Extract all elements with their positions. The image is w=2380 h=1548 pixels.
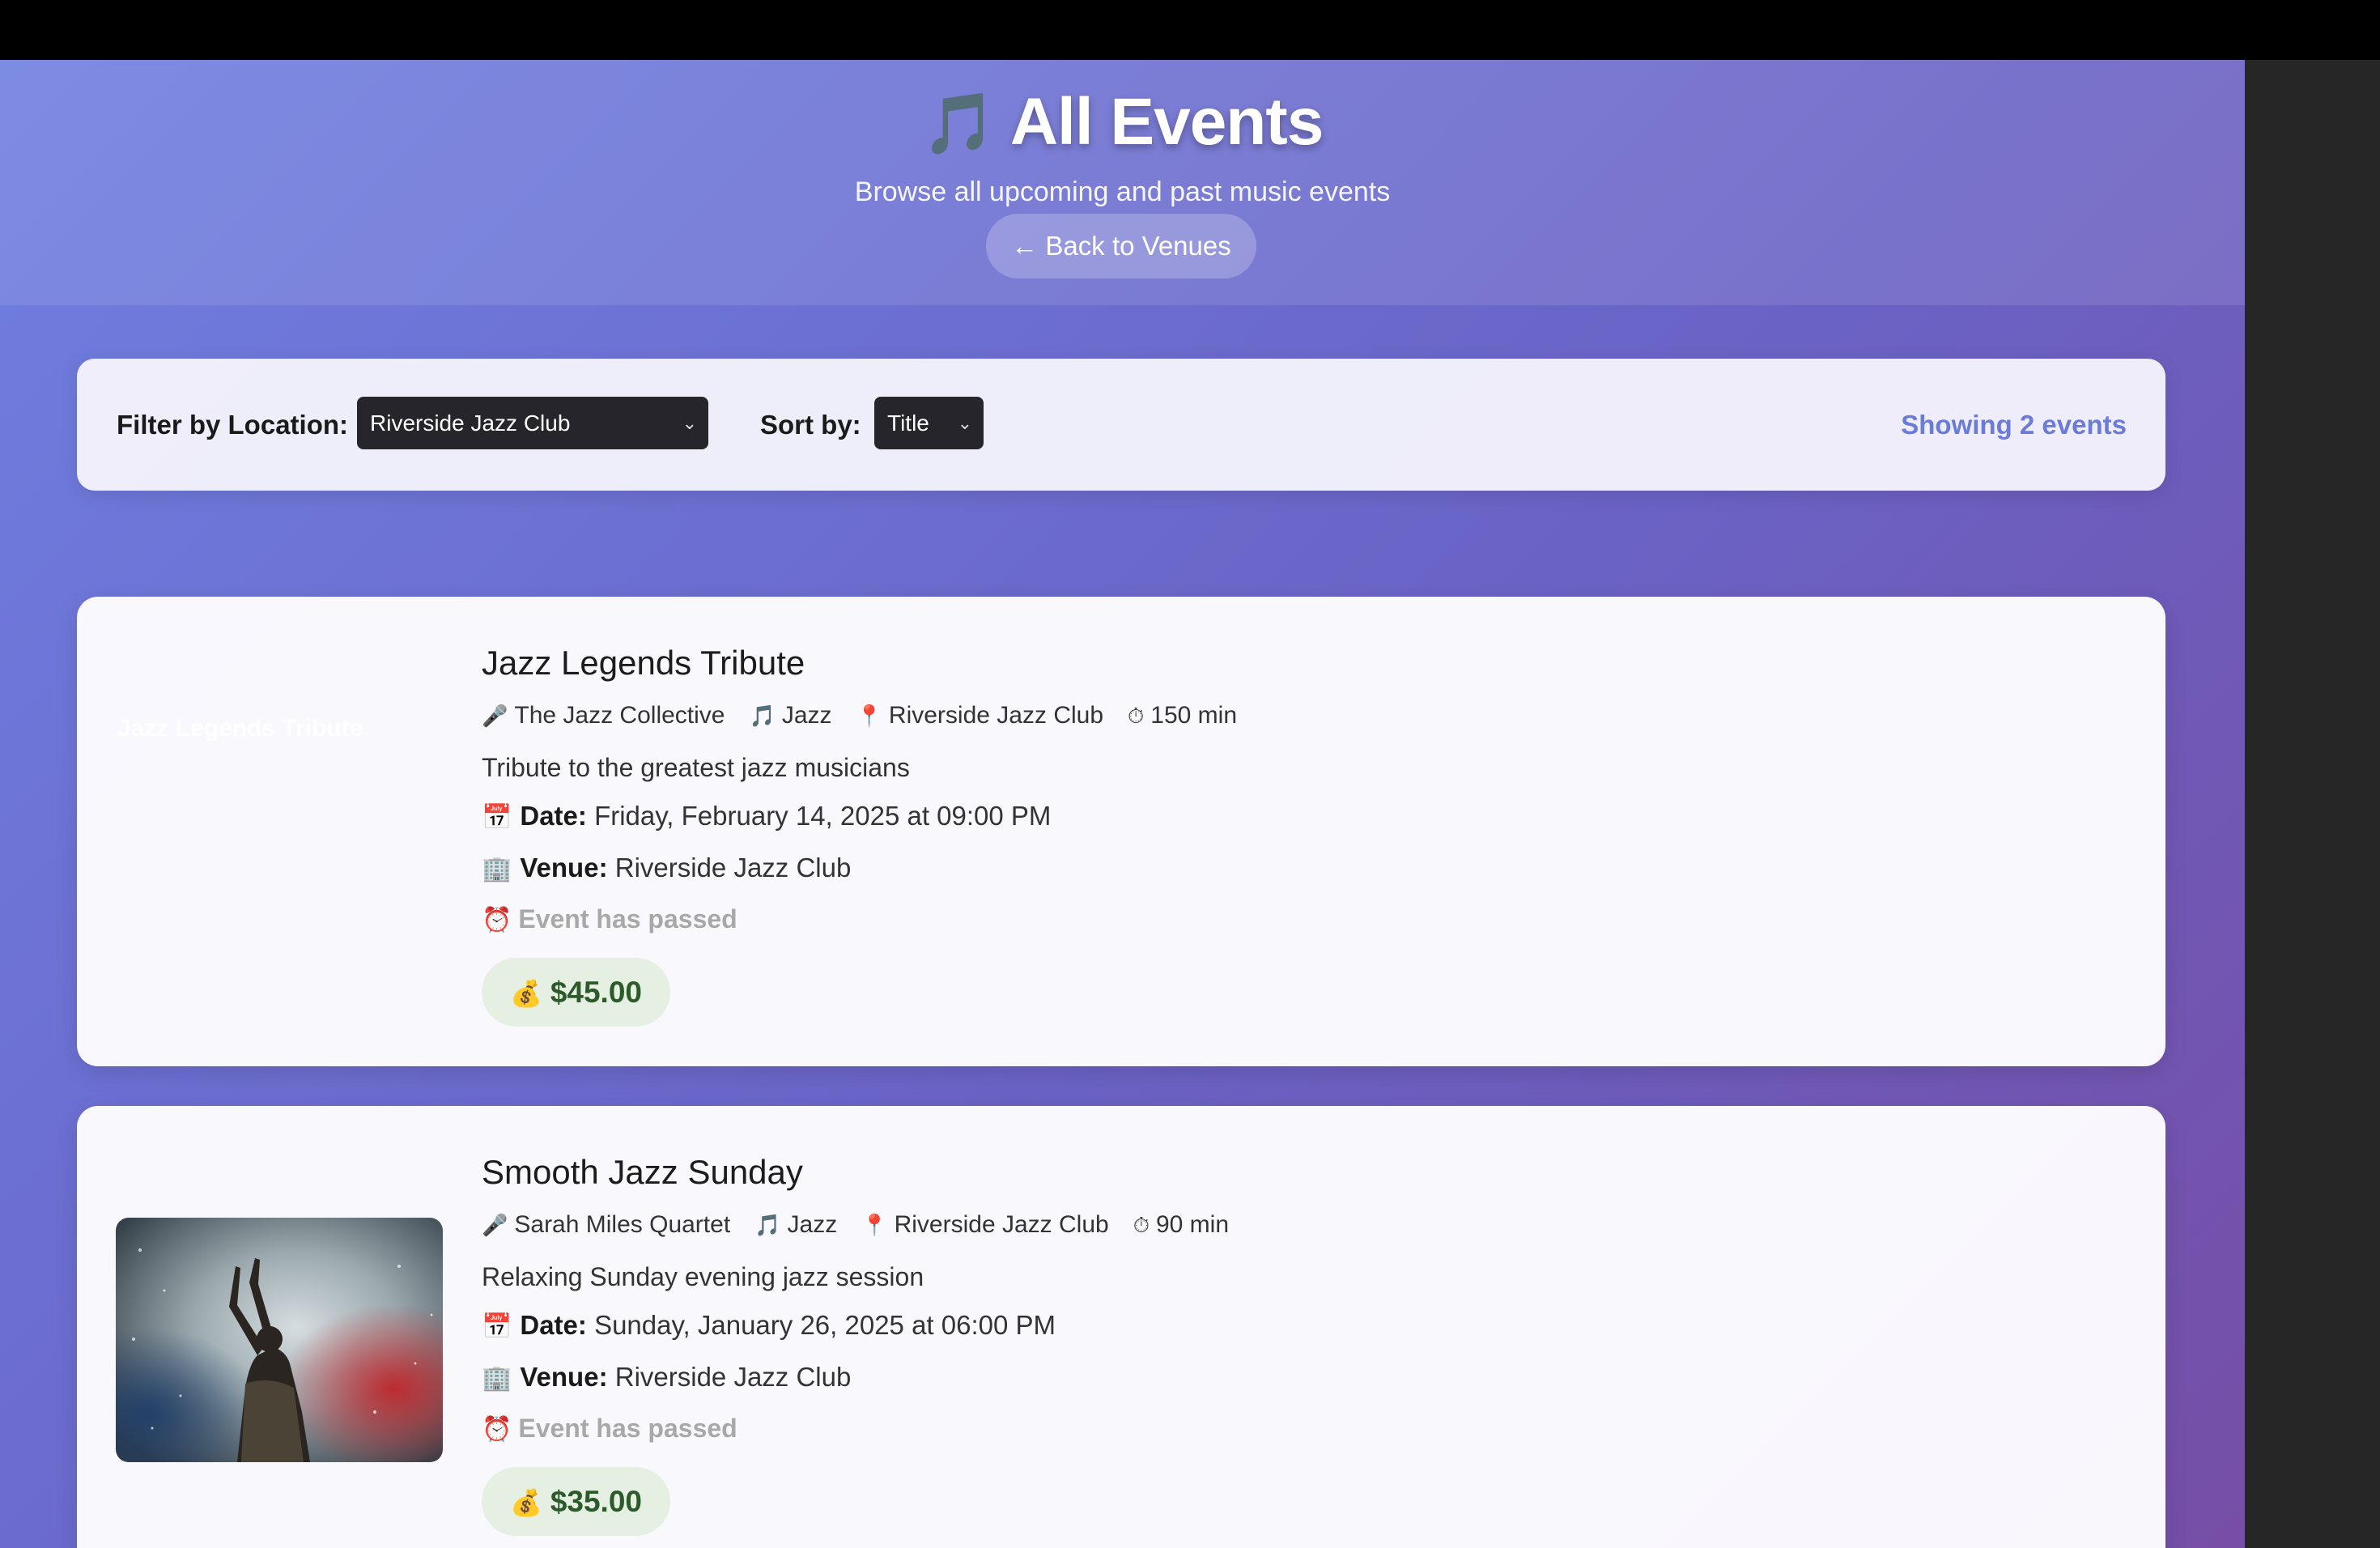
alarm-clock-icon: ⏰: [482, 907, 512, 933]
event-image-alt-text: Jazz Legends Tribute: [117, 715, 363, 742]
money-bag-icon: 💰: [509, 1488, 542, 1517]
event-venue: Riverside Jazz Club: [614, 853, 852, 882]
event-duration: 90 min: [1155, 1211, 1230, 1238]
event-price: $45.00: [550, 976, 642, 1009]
page-title-text: All Events: [1009, 85, 1324, 159]
event-meta: 🎤 The Jazz Collective 🎵 Jazz 📍 Riverside Jazz…: [482, 702, 1261, 729]
event-duration: 150 min: [1150, 702, 1238, 729]
music-note-icon: 🎵: [754, 1213, 781, 1237]
location-pin-icon: 📍: [856, 704, 882, 728]
chevron-down-icon: ⌄: [957, 413, 972, 433]
event-status: ⏰ Event has passed: [482, 1414, 737, 1444]
event-card[interactable]: Jazz Legends Tribute Jazz Legends Tribut…: [77, 597, 2165, 1066]
calendar-icon: 📅: [482, 1313, 512, 1340]
event-description: Tribute to the greatest jazz musicians: [482, 753, 910, 782]
concert-performer-image: [116, 1218, 443, 1462]
event-date: Sunday, January 26, 2025 at 06:00 PM: [594, 1310, 1056, 1340]
calendar-icon: 📅: [482, 804, 512, 831]
event-card[interactable]: Smooth Jazz Sunday 🎤 Sarah Miles Quartet 🎵…: [77, 1106, 2165, 1548]
location-pin-icon: 📍: [861, 1213, 888, 1237]
microphone-icon: 🎤: [482, 1213, 508, 1237]
page-viewport: 🎵 All Events Browse all upcoming and past…: [0, 60, 2245, 1548]
location-filter-value: Riverside Jazz Club: [370, 410, 571, 436]
event-date-label: Date:: [520, 801, 587, 831]
event-date-label: Date:: [520, 1310, 587, 1340]
event-status-text: Event has passed: [518, 904, 737, 933]
event-meta: 🎤 Sarah Miles Quartet 🎵 Jazz 📍 Riverside Jazz…: [482, 1211, 1253, 1239]
event-venue-label: Venue:: [520, 853, 608, 882]
event-title[interactable]: Jazz Legends Tribute: [482, 644, 805, 683]
event-count: Showing 2 events: [1901, 410, 2127, 440]
event-price: $35.00: [550, 1485, 642, 1518]
event-performer: Sarah Miles Quartet: [514, 1211, 731, 1238]
filter-bar: Filter by Location: Riverside Jazz Club …: [77, 359, 2165, 491]
event-genre: Jazz: [787, 1211, 838, 1238]
building-icon: 🏢: [482, 1365, 512, 1392]
music-note-icon: 🎵: [749, 704, 776, 728]
location-filter-select[interactable]: Riverside Jazz Club ⌄: [357, 397, 708, 449]
alarm-clock-icon: ⏰: [482, 1416, 512, 1443]
building-icon: 🏢: [482, 856, 512, 882]
side-panel: [2245, 60, 2380, 1548]
money-bag-icon: 💰: [509, 979, 542, 1008]
event-date-row: 📅 Date: Sunday, January 26, 2025 at 06:00…: [482, 1310, 1056, 1341]
event-genre: Jazz: [781, 702, 832, 729]
event-description: Relaxing Sunday evening jazz session: [482, 1262, 924, 1291]
stopwatch-icon: ⏱: [1133, 1213, 1150, 1237]
event-price-badge: 💰 $35.00: [482, 1467, 670, 1536]
event-venue: Riverside Jazz Club: [614, 1362, 852, 1392]
location-filter-label: Filter by Location:: [117, 410, 349, 440]
event-location: Riverside Jazz Club: [894, 1211, 1109, 1238]
event-venue-label: Venue:: [520, 1362, 608, 1392]
stopwatch-icon: ⏱: [1128, 704, 1145, 728]
page-header: 🎵 All Events Browse all upcoming and past…: [0, 60, 2245, 305]
event-venue-row: 🏢 Venue: Riverside Jazz Club: [482, 853, 851, 883]
event-location: Riverside Jazz Club: [888, 702, 1104, 729]
event-status: ⏰ Event has passed: [482, 904, 737, 934]
event-title[interactable]: Smooth Jazz Sunday: [482, 1153, 803, 1192]
event-price-badge: 💰 $45.00: [482, 958, 670, 1027]
sort-label: Sort by:: [760, 410, 861, 440]
event-status-text: Event has passed: [518, 1414, 737, 1443]
event-performer: The Jazz Collective: [514, 702, 725, 729]
event-image: [116, 1218, 443, 1462]
music-note-icon: 🎵: [921, 90, 997, 157]
chevron-down-icon: ⌄: [682, 413, 697, 433]
page-title: 🎵 All Events: [0, 84, 2245, 160]
back-to-venues-button[interactable]: ← Back to Venues: [986, 214, 1256, 279]
microphone-icon: 🎤: [482, 704, 508, 728]
event-date-row: 📅 Date: Friday, February 14, 2025 at 09:0…: [482, 801, 1051, 831]
page-subtitle: Browse all upcoming and past music event…: [854, 176, 1391, 207]
event-venue-row: 🏢 Venue: Riverside Jazz Club: [482, 1362, 851, 1393]
sort-select[interactable]: Title ⌄: [874, 397, 984, 449]
event-date: Friday, February 14, 2025 at 09:00 PM: [594, 801, 1052, 831]
browser-top-bar: [0, 0, 2380, 60]
sort-value: Title: [887, 410, 929, 436]
